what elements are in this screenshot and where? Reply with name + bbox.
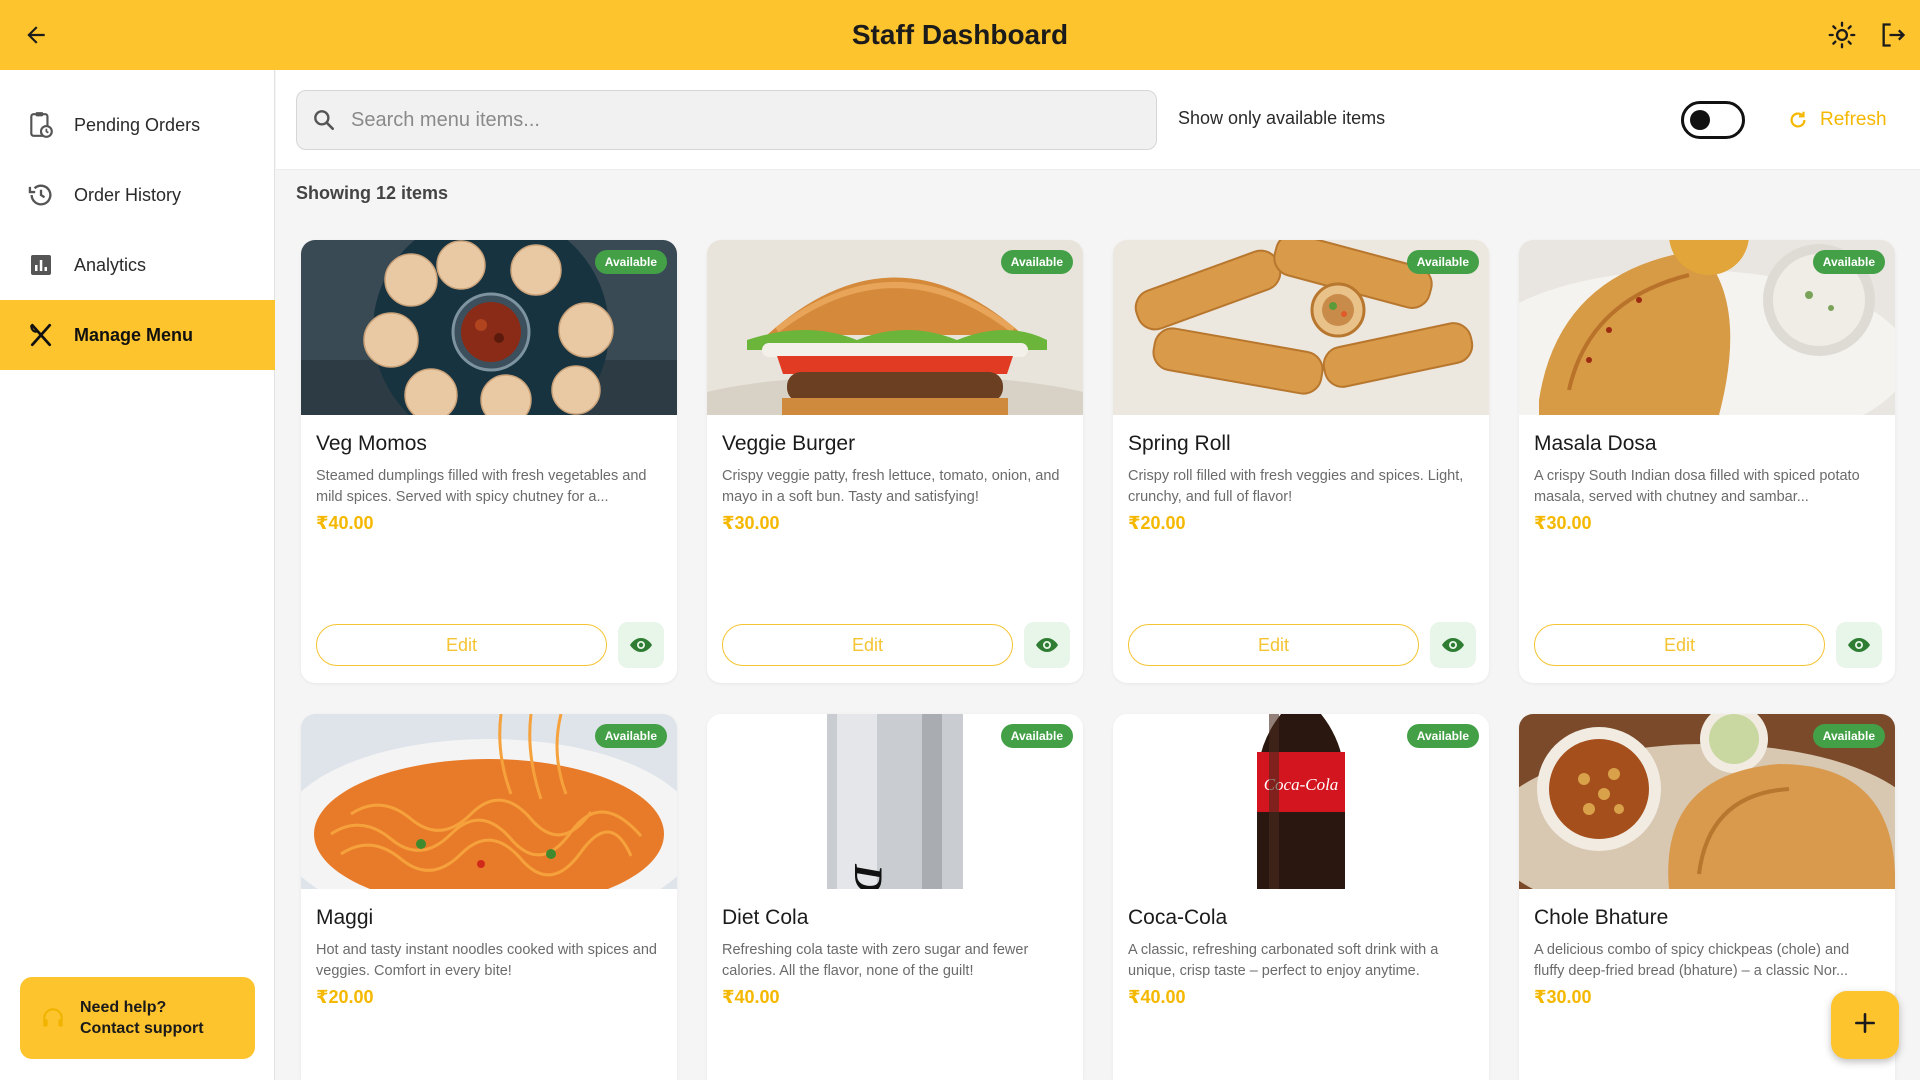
food-image-chole-bhature: Available xyxy=(1519,714,1895,889)
card-title: Coca-Cola xyxy=(1128,906,1228,929)
availability-badge: Available xyxy=(1000,724,1073,748)
card-price: ₹40.00 xyxy=(722,987,780,1007)
eye-icon[interactable] xyxy=(1024,622,1070,668)
card-title: Veg Momos xyxy=(316,432,427,455)
sidebar-item-label: Pending Orders xyxy=(74,114,201,135)
availability-badge: Available xyxy=(594,250,667,274)
sun-icon[interactable] xyxy=(1822,15,1862,55)
refresh-label: Refresh xyxy=(1820,109,1887,130)
menu-card: Available Veggie Burger Crispy veggie pa… xyxy=(707,240,1083,683)
card-actions: Edit xyxy=(722,622,1070,668)
app-bar: Staff Dashboard xyxy=(0,0,1920,70)
card-description: Crispy roll filled with fresh veggies an… xyxy=(1128,468,1464,505)
sidebar-item-manage-menu[interactable]: Manage Menu xyxy=(0,300,275,370)
food-image-maggi: Available xyxy=(301,714,677,889)
card-description: Refreshing cola taste with zero sugar an… xyxy=(722,942,1029,979)
availability-badge: Available xyxy=(1812,724,1885,748)
card-description: A classic, refreshing carbonated soft dr… xyxy=(1128,942,1439,979)
card-price: ₹30.00 xyxy=(1534,987,1592,1007)
back-arrow-icon[interactable] xyxy=(16,15,56,55)
card-description: Steamed dumplings filled with fresh vege… xyxy=(316,468,647,505)
card-title: Spring Roll xyxy=(1128,432,1231,455)
bar-chart-icon xyxy=(26,250,56,280)
sidebar-item-analytics[interactable]: Analytics xyxy=(0,230,275,300)
edit-button[interactable]: Edit xyxy=(722,624,1013,666)
sidebar-item-pending-orders[interactable]: Pending Orders xyxy=(0,90,275,160)
card-actions: Edit xyxy=(1534,622,1882,668)
food-image-diet-cola: Diet Coke Available xyxy=(707,714,1083,889)
clipboard-clock-icon xyxy=(26,110,56,140)
card-title: Veggie Burger xyxy=(722,432,856,455)
food-image-veggie-burger: Available xyxy=(707,240,1083,415)
availability-badge: Available xyxy=(1406,250,1479,274)
page-title: Staff Dashboard xyxy=(851,19,1069,50)
card-price: ₹20.00 xyxy=(316,987,374,1007)
edit-button[interactable]: Edit xyxy=(316,624,607,666)
availability-badge: Available xyxy=(1000,250,1073,274)
toggle-knob xyxy=(1690,110,1710,130)
card-actions: Edit xyxy=(1128,622,1476,668)
filter-bar: Show only available items Refresh xyxy=(276,70,1920,170)
sidebar-item-label: Analytics xyxy=(74,254,147,275)
availability-badge: Available xyxy=(1406,724,1479,748)
search-box xyxy=(296,90,1157,150)
card-title: Masala Dosa xyxy=(1534,432,1657,455)
card-price: ₹30.00 xyxy=(722,513,780,533)
edit-button[interactable]: Edit xyxy=(1128,624,1419,666)
refresh-icon xyxy=(1786,108,1810,132)
edit-button[interactable]: Edit xyxy=(1534,624,1825,666)
food-image-coca-cola: Coca-Cola Available xyxy=(1113,714,1489,889)
eye-icon[interactable] xyxy=(618,622,664,668)
headset-icon xyxy=(40,1005,66,1031)
food-image-spring-roll: Available xyxy=(1113,240,1489,415)
eye-icon[interactable] xyxy=(1836,622,1882,668)
card-description: A delicious combo of spicy chickpeas (ch… xyxy=(1534,942,1850,979)
eye-icon[interactable] xyxy=(1430,622,1476,668)
card-description: A crispy South Indian dosa filled with s… xyxy=(1534,468,1860,505)
menu-card: Available Masala Dosa A crispy South Ind… xyxy=(1519,240,1895,683)
sidebar-item-label: Order History xyxy=(74,184,182,205)
card-description: Crispy veggie patty, fresh lettuce, toma… xyxy=(722,468,1060,505)
card-price: ₹40.00 xyxy=(1128,987,1186,1007)
menu-card: Coca-Cola Available Coca-Cola A classic,… xyxy=(1113,714,1489,1080)
card-title: Maggi xyxy=(316,906,374,929)
fork-knife-icon xyxy=(26,320,56,350)
card-price: ₹20.00 xyxy=(1128,513,1186,533)
history-icon xyxy=(26,180,56,210)
menu-card: Available Spring Roll Crispy roll filled… xyxy=(1113,240,1489,683)
plus-icon xyxy=(1852,1010,1878,1041)
sidebar-item-order-history[interactable]: Order History xyxy=(0,160,275,230)
add-item-button[interactable] xyxy=(1831,991,1899,1059)
menu-card: Diet Coke Available Diet Cola Refreshing… xyxy=(707,714,1083,1080)
search-icon xyxy=(309,105,339,135)
sidebar: Pending Orders Order History Analytics M… xyxy=(0,70,275,1080)
items-count: Showing 12 items xyxy=(296,183,449,203)
card-title: Diet Cola xyxy=(722,906,809,929)
menu-card: Available Maggi Hot and tasty instant no… xyxy=(301,714,677,1080)
available-filter-label: Show only available items xyxy=(1178,108,1386,128)
card-title: Chole Bhature xyxy=(1534,906,1669,929)
logout-icon[interactable] xyxy=(1873,15,1913,55)
card-actions: Edit xyxy=(316,622,664,668)
help-support-button[interactable]: Need help? Contact support xyxy=(20,977,255,1059)
sidebar-item-label: Manage Menu xyxy=(74,324,194,345)
card-price: ₹40.00 xyxy=(316,513,374,533)
availability-badge: Available xyxy=(1812,250,1885,274)
food-image-veg-momos: Available xyxy=(301,240,677,415)
search-input[interactable] xyxy=(351,108,1131,132)
card-description: Hot and tasty instant noodles cooked wit… xyxy=(316,942,657,979)
available-only-toggle[interactable] xyxy=(1681,101,1745,139)
refresh-button[interactable]: Refresh xyxy=(1786,98,1887,142)
food-image-masala-dosa: Available xyxy=(1519,240,1895,415)
diet-coke-logo: Diet Coke xyxy=(846,863,891,889)
menu-card: Available Veg Momos Steamed dumplings fi… xyxy=(301,240,677,683)
availability-badge: Available xyxy=(594,724,667,748)
card-price: ₹30.00 xyxy=(1534,513,1592,533)
help-support-label: Need help? Contact support xyxy=(80,999,204,1037)
